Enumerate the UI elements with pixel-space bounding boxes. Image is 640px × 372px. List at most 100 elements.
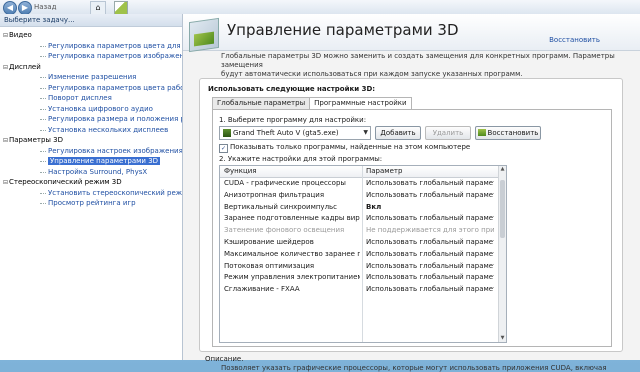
tree-item[interactable]: Поворот дисплея [0,93,182,104]
column-header-value[interactable]: Параметр [366,166,402,177]
grid-row[interactable]: Вертикальный синхроимпульс Вкл [220,202,506,214]
grid-cell-value[interactable]: Использовать глобальный параметр (Вкл) [366,237,494,249]
grid-rows: CUDA - графические процессоры Использоват… [220,178,506,296]
program-settings-body: 1. Выберите программу для настройки: Gra… [212,109,612,347]
restore-defaults-link[interactable]: Восстановить [549,36,600,44]
page-header: Управление параметрами 3D Восстановить [183,14,640,53]
restore-button-label: Восстановить [487,129,539,137]
chevron-down-icon: ▼ [363,129,368,136]
grid-cell-value[interactable]: Использовать глобальный параметр (А... [366,261,494,273]
grid-cell-value[interactable]: Не поддерживается для этого приложе... [366,225,494,237]
grid-cell-value[interactable]: Использовать глобальный параметр (Все) [366,178,494,190]
grid-cell-value[interactable]: Использовать глобальный параметр (Вы... [366,284,494,296]
scroll-thumb[interactable] [500,180,505,238]
task-tree: ⊟Видео Регулировка параметров цвета для в… [0,27,182,209]
grid-cell-feature: Заранее подготовленные кадры вирту... [224,214,360,223]
grid-row[interactable]: Кэширование шейдеров Использовать глобаль… [220,237,506,249]
column-header-feature[interactable]: Функция [224,166,257,177]
tree-item[interactable]: Изменение разрешения [0,72,182,83]
tree-item-label: Управление параметрами 3D [48,157,161,165]
grid-row[interactable]: Потоковая оптимизация Использовать глобал… [220,261,506,273]
tree-item[interactable]: Просмотр рейтинга игр [0,198,182,209]
tree-item-selected[interactable]: Управление параметрами 3D [0,156,182,167]
tab-global-settings[interactable]: Глобальные параметры [212,97,311,109]
tree-item[interactable]: Регулировка размера и положения рабо [0,114,182,125]
forward-arrow-icon[interactable]: ▶ [18,1,32,15]
show-only-label: Показывать только программы, найденные н… [230,143,471,151]
tree-item-label: Видео [9,31,32,39]
tree-item-label: Изменение разрешения [48,73,137,81]
grid-cell-feature: Потоковая оптимизация [224,261,315,270]
tree-item[interactable]: Установить стереоскопический режим 3 [0,188,182,199]
grid-row[interactable]: Максимальное количество заранее под... Ис… [220,249,506,261]
grid-row[interactable]: CUDA - графические процессоры Использоват… [220,178,506,190]
back-label[interactable]: Назад [34,3,56,11]
description-text: Позволяет указать графические процессоры… [221,364,607,372]
step1-label: 1. Выберите программу для настройки: [219,116,367,124]
tree-item[interactable]: Установка цифрового аудио [0,104,182,115]
tree-item[interactable]: Настройка Surround, PhysX [0,167,182,178]
description-line: Глобальные параметры 3D можно заменить и… [221,52,615,69]
show-only-row[interactable]: ✓ Показывать только программы, найденные … [219,143,470,153]
nvidia-logo-icon [477,129,486,136]
home-icon[interactable]: ⌂ [90,1,106,15]
grid-row[interactable]: Анизотропная фильтрация Использовать глоб… [220,190,506,202]
show-only-checkbox[interactable]: ✓ [219,144,228,153]
tree-item-label: Регулировка настроек изображения с пр [48,146,182,155]
tree-item-label: Регулировка размера и положения рабо [48,115,182,123]
task-panel: Выберите задачу... ⊟Видео Регулировка пар… [0,14,183,360]
tree-item-label: Установка нескольких дисплеев [48,125,169,134]
grid-header: Функция Параметр [220,166,506,178]
toolbar: ◀ ▶ Назад ⌂ [0,0,640,15]
gta-program-icon [223,129,231,137]
tree-item-label: Регулировка параметров изображения д [48,52,182,60]
grid-cell-feature: CUDA - графические процессоры [224,179,346,187]
grid-cell-feature: Режим управления электропитанием [224,273,360,282]
tree-category[interactable]: ⊟Стереоскопический режим 3D [0,177,182,188]
remove-button[interactable]: Удалить [425,126,471,140]
grid-row[interactable]: Сглаживание - FXAA Использовать глобальны… [220,284,506,296]
tree-item-label: Параметры 3D [9,136,63,144]
tree-item-label: Регулировка параметров цвета для вид [48,41,182,50]
grid-cell-feature: Максимальное количество заранее под... [224,249,360,258]
grid-row[interactable]: Затенение фонового освещения Не поддержив… [220,225,506,237]
settings-panel: Использовать следующие настройки 3D: Гло… [199,78,623,352]
tree-item[interactable]: Установка нескольких дисплеев [0,125,182,136]
grid-row[interactable]: Заранее подготовленные кадры вирту... Исп… [220,213,506,225]
page-title: Управление параметрами 3D [227,21,459,39]
grid-scrollbar[interactable]: ▲ ▼ [498,166,506,342]
tree-item-label: Просмотр рейтинга игр [48,199,136,207]
scroll-up-icon[interactable]: ▲ [499,166,506,173]
grid-cell-value[interactable]: Вкл [366,202,494,214]
program-select[interactable]: Grand Theft Auto V (gta5.exe) ▼ [219,126,371,140]
scroll-down-icon[interactable]: ▼ [499,335,506,342]
grid-cell-feature: Кэширование шейдеров [224,237,314,246]
grid-cell-feature: Анизотропная фильтрация [224,190,325,199]
grid-row[interactable]: Режим управления электропитанием Использо… [220,272,506,284]
tree-item-label: Дисплей [9,62,41,71]
grid-cell-value[interactable]: Использовать глобальный параметр (А... [366,272,494,284]
tree-item[interactable]: Регулировка параметров цвета для вид [0,41,182,52]
grid-cell-value[interactable]: Использовать глобальный параметр (У... [366,190,494,202]
grid-cell-feature: Затенение фонового освещения [224,226,345,235]
tree-item-label: Настройка Surround, PhysX [48,167,148,176]
nvidia-cube-icon[interactable] [114,1,128,15]
tree-category[interactable]: ⊟Дисплей [0,62,182,73]
settings-panel-title: Использовать следующие настройки 3D: [208,85,376,93]
grid-cell-value[interactable]: Использовать глобальный параметр (И... [366,249,494,261]
tabs: Глобальные параметры Программные настройк… [212,97,412,110]
restore-button[interactable]: Восстановить [475,126,541,140]
add-button[interactable]: Добавить [375,126,421,140]
back-arrow-icon[interactable]: ◀ [3,1,17,15]
tree-item-label: Регулировка параметров цвета рабочег [48,83,182,92]
grid-cell-value[interactable]: Использовать глобальный параметр (1) [366,213,494,225]
tree-item[interactable]: Регулировка настроек изображения с пр [0,146,182,157]
tree-item-label: Поворот дисплея [48,94,112,102]
description-title: Описание. [205,355,244,363]
tree-item[interactable]: Регулировка параметров изображения д [0,51,182,62]
tree-item[interactable]: Регулировка параметров цвета рабочег [0,83,182,94]
tree-category[interactable]: ⊟Параметры 3D [0,135,182,146]
tree-category[interactable]: ⊟Видео [0,30,182,41]
grid-cell-feature: Вертикальный синхроимпульс [224,202,338,211]
step2-label: 2. Укажите настройки для этой программы: [219,155,383,163]
